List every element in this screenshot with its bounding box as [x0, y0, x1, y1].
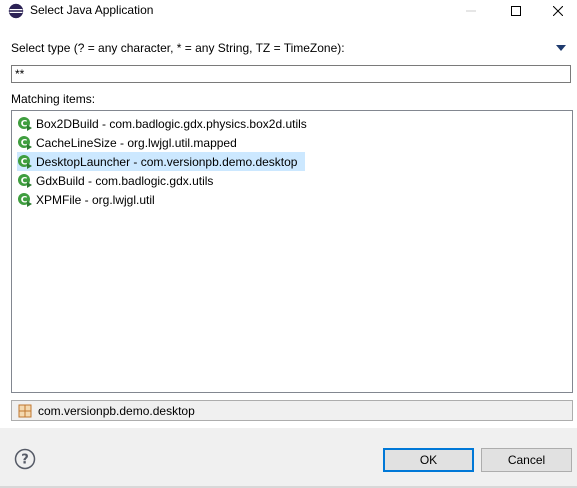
matching-items-label: Matching items:	[11, 92, 96, 106]
eclipse-icon	[8, 3, 24, 19]
list-item[interactable]: C GdxBuild - com.badlogic.gdx.utils	[17, 171, 221, 190]
package-status-bar: com.versionpb.demo.desktop	[11, 400, 573, 421]
window-title: Select Java Application	[30, 3, 154, 17]
svg-text:C: C	[21, 157, 28, 167]
help-icon[interactable]: ?	[14, 448, 36, 470]
list-item-label: DesktopLauncher - com.versionpb.demo.des…	[36, 154, 298, 169]
svg-text:C: C	[21, 195, 28, 205]
close-button[interactable]	[538, 0, 577, 22]
list-item[interactable]: C XPMFile - org.lwjgl.util	[17, 190, 163, 209]
java-class-main-icon: C	[18, 135, 32, 150]
matching-items-list[interactable]: C Box2DBuild - com.badlogic.gdx.physics.…	[11, 110, 573, 393]
view-menu-icon[interactable]	[554, 43, 568, 53]
java-class-main-icon: C	[18, 116, 32, 131]
list-item-label: GdxBuild - com.badlogic.gdx.utils	[36, 173, 214, 188]
maximize-button[interactable]	[493, 0, 539, 22]
close-icon	[552, 6, 563, 16]
list-item-label: CacheLineSize - org.lwjgl.util.mapped	[36, 135, 237, 150]
list-item-label: XPMFile - org.lwjgl.util	[36, 192, 155, 207]
java-class-main-icon: C	[18, 192, 32, 207]
package-name: com.versionpb.demo.desktop	[38, 403, 195, 418]
java-class-main-icon: C	[18, 173, 32, 188]
list-item[interactable]: C CacheLineSize - org.lwjgl.util.mapped	[17, 133, 245, 152]
maximize-icon	[511, 6, 521, 16]
minimize-button[interactable]	[448, 0, 494, 22]
svg-text:C: C	[21, 176, 28, 186]
svg-text:?: ?	[21, 453, 29, 468]
svg-text:C: C	[21, 138, 28, 148]
list-item-label: Box2DBuild - com.badlogic.gdx.physics.bo…	[36, 116, 307, 131]
list-item[interactable]: C DesktopLauncher - com.versionpb.demo.d…	[17, 152, 306, 171]
ok-button[interactable]: OK	[383, 448, 474, 472]
type-filter-input[interactable]	[11, 65, 571, 83]
select-java-application-dialog: Select Java Application Select type (? =…	[0, 0, 577, 488]
list-item[interactable]: C Box2DBuild - com.badlogic.gdx.physics.…	[17, 114, 315, 133]
cancel-button[interactable]: Cancel	[481, 448, 572, 472]
minimize-icon	[466, 10, 476, 12]
svg-text:C: C	[21, 119, 28, 129]
filter-label: Select type (? = any character, * = any …	[11, 41, 345, 55]
java-class-main-icon: C	[18, 154, 32, 169]
package-icon	[18, 404, 32, 417]
title-bar: Select Java Application	[0, 0, 577, 22]
